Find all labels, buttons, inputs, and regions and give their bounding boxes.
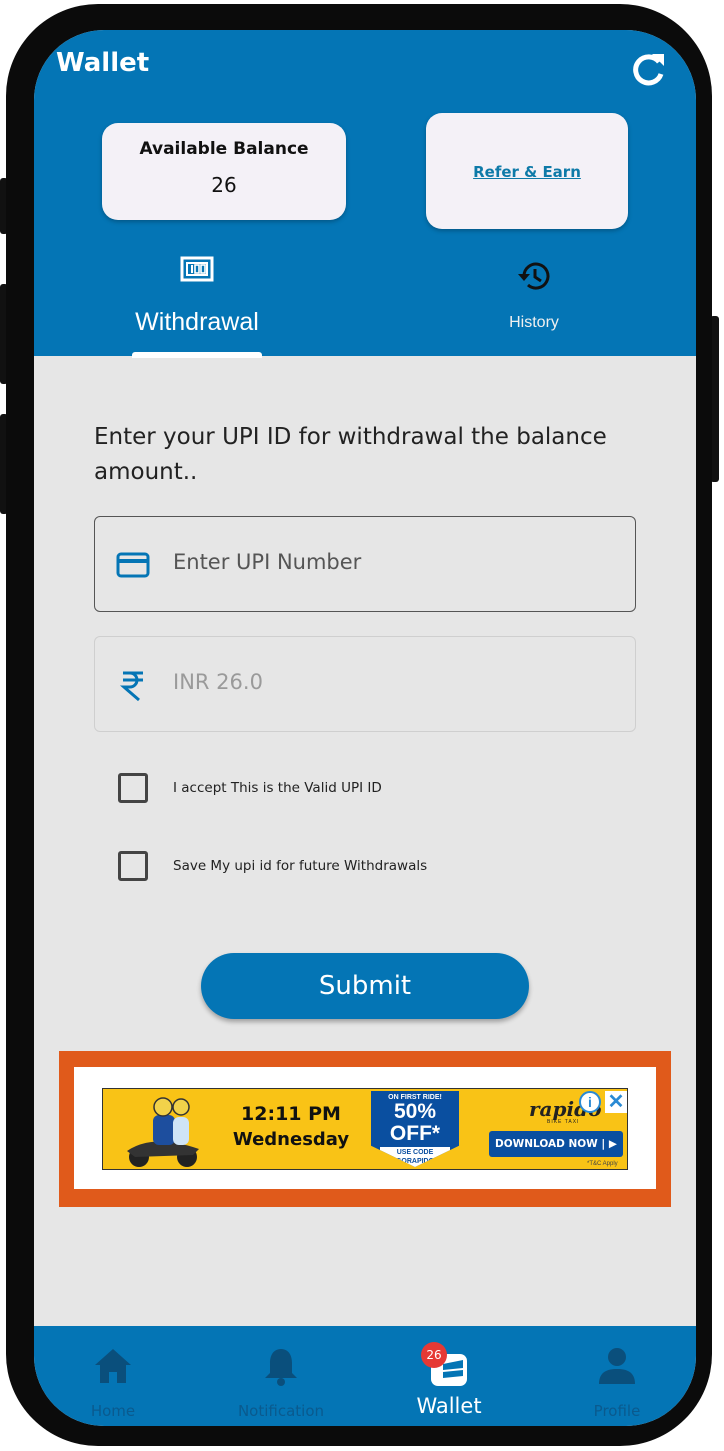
nav-profile[interactable]: Profile — [547, 1326, 687, 1426]
phone-frame: Wallet Available Balance 26 Refer & Earn — [6, 4, 712, 1446]
history-icon — [516, 258, 552, 294]
balance-card: Available Balance 26 — [102, 123, 346, 220]
amount-field: INR 26.0 — [94, 636, 636, 732]
balance-value: 26 — [211, 173, 237, 197]
tab-history[interactable]: History — [464, 258, 604, 338]
app-screen: Wallet Available Balance 26 Refer & Earn — [34, 30, 696, 1426]
page-title: Wallet — [56, 48, 150, 78]
tab-withdrawal[interactable]: Withdrawal — [112, 254, 282, 358]
amount-value: INR 26.0 — [173, 670, 263, 694]
card-icon — [115, 547, 151, 583]
submit-button[interactable]: Submit — [201, 953, 529, 1019]
save-upi-checkbox[interactable] — [118, 851, 148, 881]
accept-valid-upi-checkbox[interactable] — [118, 773, 148, 803]
balance-label: Available Balance — [139, 139, 309, 159]
refer-earn-card[interactable]: Refer & Earn — [426, 113, 628, 229]
nav-profile-label: Profile — [593, 1402, 641, 1420]
nav-home-label: Home — [90, 1402, 136, 1420]
ad-offer-code: USE CODE GORAPIDO — [380, 1147, 450, 1167]
ad-download-button[interactable]: DOWNLOAD NOW | ▶ — [489, 1131, 623, 1157]
close-icon[interactable]: ✕ — [605, 1091, 627, 1113]
nav-notification-label: Notification — [237, 1402, 325, 1420]
home-icon — [93, 1346, 133, 1386]
ad-banner[interactable]: 12:11 PM Wednesday ON FIRST RIDE! 50% OF… — [102, 1088, 628, 1170]
header: Wallet Available Balance 26 Refer & Earn — [34, 30, 696, 358]
cash-icon — [180, 254, 214, 284]
save-upi-label: Save My upi id for future Withdrawals — [173, 858, 428, 874]
person-icon — [597, 1346, 637, 1386]
bike-rider-illustration — [113, 1093, 213, 1169]
nav-notification[interactable]: Notification — [211, 1326, 351, 1426]
rupee-icon — [115, 667, 151, 703]
upi-input[interactable]: Enter UPI Number — [94, 516, 636, 612]
refresh-icon[interactable] — [628, 50, 668, 90]
ad-time-text: 12:11 PM — [241, 1103, 341, 1125]
withdrawal-instructions: Enter your UPI ID for withdrawal the bal… — [94, 424, 607, 485]
ad-highlight-frame: 12:11 PM Wednesday ON FIRST RIDE! 50% OF… — [59, 1051, 671, 1207]
ad-brand-subtitle: BIKE TAXI — [547, 1119, 580, 1125]
nav-home[interactable]: Home — [43, 1326, 183, 1426]
bell-icon — [261, 1346, 301, 1386]
info-icon[interactable]: i — [579, 1091, 601, 1113]
upi-input-placeholder: Enter UPI Number — [173, 550, 362, 574]
ad-offer-badge: ON FIRST RIDE! 50% OFF* USE CODE GORAPID… — [371, 1091, 459, 1167]
ad-container: 12:11 PM Wednesday ON FIRST RIDE! 50% OF… — [74, 1067, 656, 1189]
tab-history-label: History — [509, 314, 559, 331]
refer-earn-link[interactable]: Refer & Earn — [426, 163, 628, 181]
wallet-badge: 26 — [421, 1342, 447, 1368]
nav-wallet[interactable]: 26 Wallet — [379, 1326, 519, 1426]
ad-terms: *T&C Apply — [587, 1161, 618, 1167]
ad-day-text: Wednesday — [232, 1129, 350, 1150]
accept-valid-upi-label: I accept This is the Valid UPI ID — [173, 780, 382, 796]
tab-withdrawal-label: Withdrawal — [135, 308, 259, 336]
ad-offer-main: 50% OFF* — [389, 1100, 441, 1145]
bottom-nav: Home Notification 26 Wallet Profile — [34, 1326, 696, 1426]
nav-wallet-label: Wallet — [416, 1394, 482, 1418]
tab-selected-indicator — [132, 352, 262, 358]
